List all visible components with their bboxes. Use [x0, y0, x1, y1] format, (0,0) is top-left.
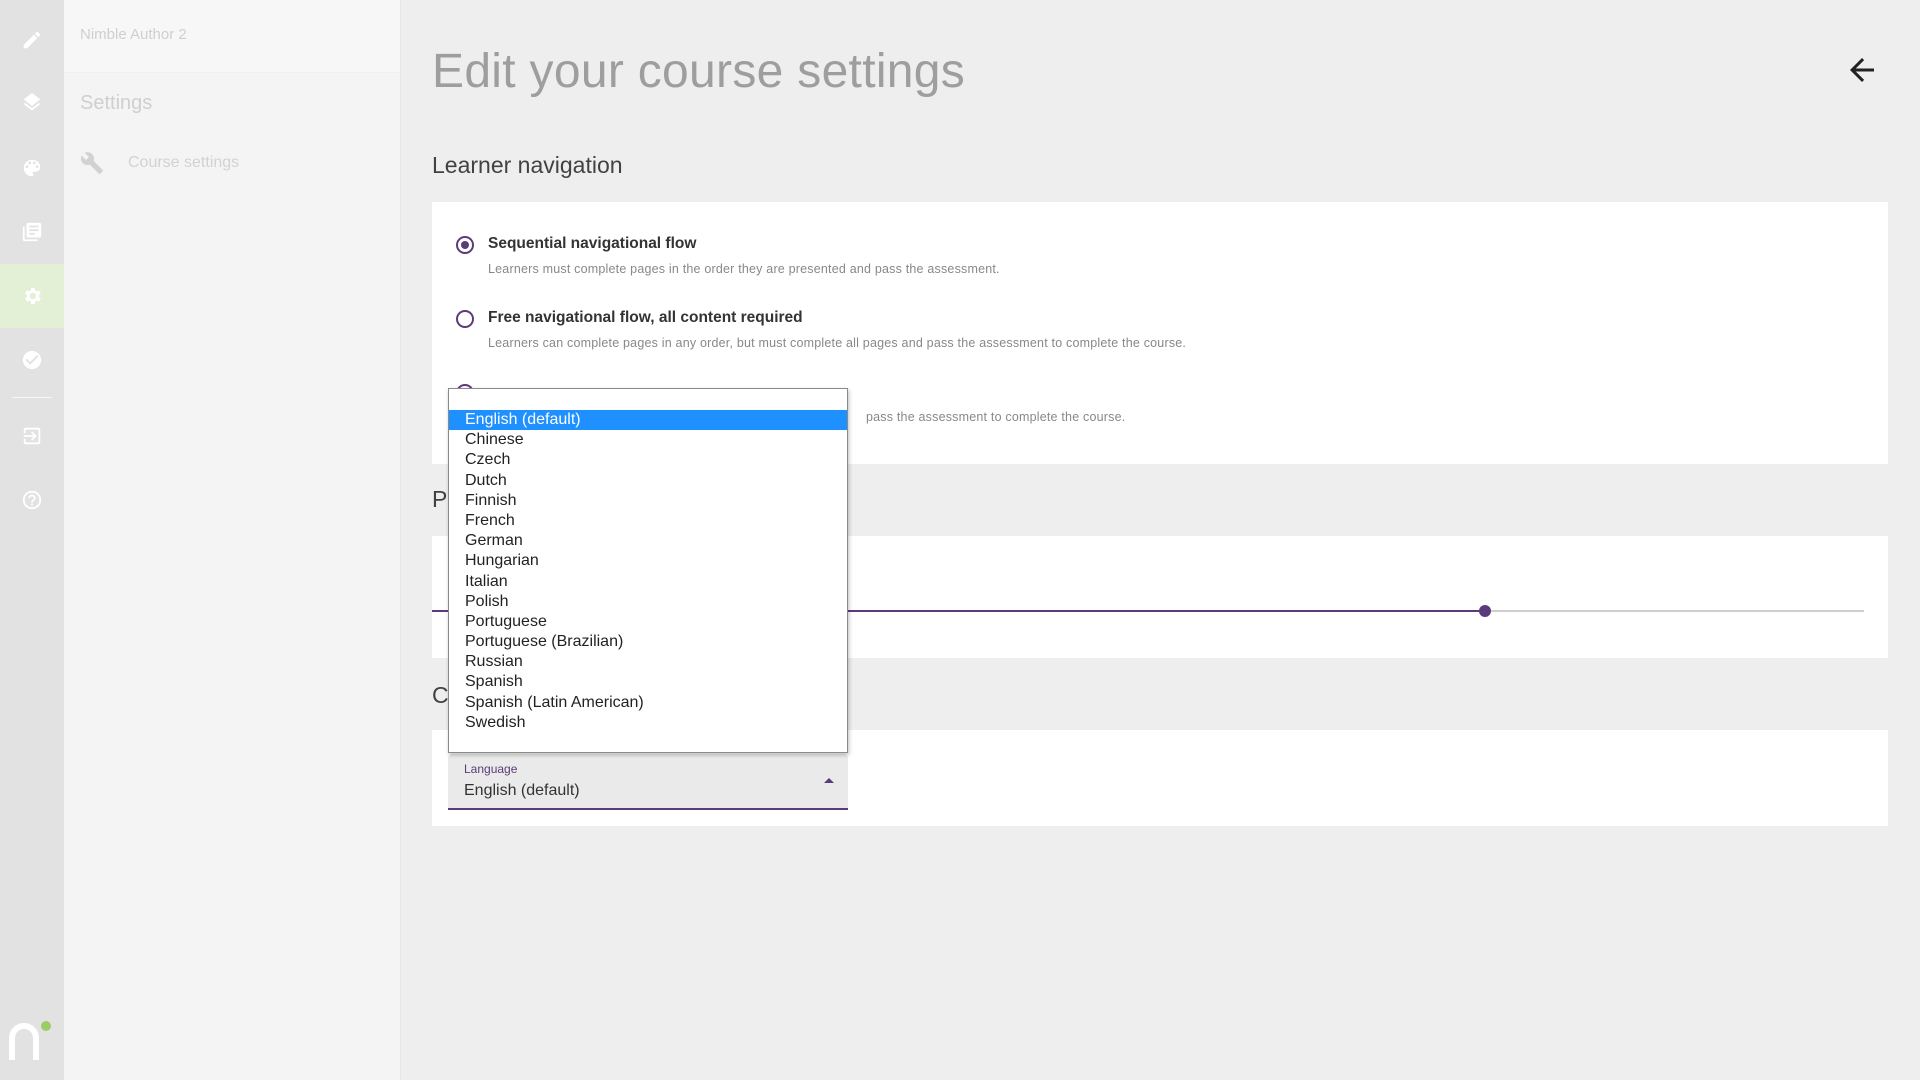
pencil-icon: [23, 31, 41, 49]
rail-settings-button[interactable]: [0, 264, 64, 328]
dropdown-option[interactable]: Czech: [449, 450, 847, 470]
rail-theme-button[interactable]: [0, 136, 64, 200]
rail-edit-button[interactable]: [0, 8, 64, 72]
dropdown-option[interactable]: Russian: [449, 652, 847, 672]
language-dropdown-list[interactable]: English (default) Chinese Czech Dutch Finnis…: [448, 388, 848, 753]
wrench-icon: [80, 152, 103, 174]
back-button[interactable]: [1842, 50, 1882, 90]
section-three-heading: C: [432, 682, 449, 708]
gear-icon: [25, 287, 41, 305]
sidebar-heading: Settings: [80, 92, 153, 114]
help-icon: [22, 490, 42, 510]
import-icon: [23, 427, 41, 445]
radio-button[interactable]: [456, 310, 474, 328]
rail-help-button[interactable]: [0, 468, 64, 532]
nimble-logo: [9, 1021, 51, 1060]
dropdown-option[interactable]: Spanish: [449, 672, 847, 692]
page-title: Edit your course settings: [432, 45, 966, 98]
rail-publish-button[interactable]: [0, 328, 64, 392]
library-icon: [22, 222, 42, 242]
section-two-heading: P: [432, 486, 448, 512]
slider-thumb[interactable]: [1479, 605, 1491, 617]
language-select[interactable]: Language English (default): [448, 754, 848, 810]
language-select-label: Language: [464, 762, 518, 776]
rail-library-button[interactable]: [0, 200, 64, 264]
caret-up-icon: [824, 778, 834, 783]
settings-sidebar: Nimble Author 2 Settings Course settings: [64, 0, 401, 1080]
dropdown-option[interactable]: English (default): [449, 410, 847, 431]
rail-layers-button[interactable]: [0, 72, 64, 136]
dropdown-option[interactable]: Swedish: [449, 713, 847, 733]
icon-rail: [0, 0, 64, 1080]
rail-divider: [12, 397, 52, 398]
dropdown-option[interactable]: Chinese: [449, 430, 847, 450]
dropdown-option[interactable]: Portuguese (Brazilian): [449, 632, 847, 652]
dropdown-option[interactable]: Hungarian: [449, 551, 847, 571]
radio-label: Free navigational flow, all content requ…: [488, 309, 803, 326]
dropdown-option[interactable]: Dutch: [449, 471, 847, 491]
radio-description: pass the assessment to complete the cour…: [866, 410, 1126, 424]
dropdown-option[interactable]: German: [449, 531, 847, 551]
radio-description: Learners must complete pages in the orde…: [488, 262, 1000, 276]
dropdown-option[interactable]: French: [449, 511, 847, 531]
dropdown-option[interactable]: Spanish (Latin American): [449, 693, 847, 713]
sidebar-item-label: Course settings: [128, 154, 240, 171]
rail-import-button[interactable]: [0, 404, 64, 468]
dropdown-option[interactable]: Polish: [449, 592, 847, 612]
radio-label: Sequential navigational flow: [488, 235, 697, 252]
check-circle-icon: [22, 350, 42, 370]
radio-description: Learners can complete pages in any order…: [488, 336, 1187, 350]
arrow-left-icon: [1850, 58, 1874, 82]
language-select-value: English (default): [464, 782, 580, 799]
dropdown-option[interactable]: Italian: [449, 572, 847, 592]
dropdown-option[interactable]: Portuguese: [449, 612, 847, 632]
learner-navigation-heading: Learner navigation: [432, 152, 623, 178]
layers-icon: [23, 93, 41, 111]
radio-button[interactable]: [456, 236, 474, 254]
dropdown-option[interactable]: Finnish: [449, 491, 847, 511]
sidebar-item-course-settings[interactable]: Course settings: [80, 150, 239, 176]
palette-icon: [23, 159, 41, 177]
app-name: Nimble Author 2: [80, 26, 187, 43]
